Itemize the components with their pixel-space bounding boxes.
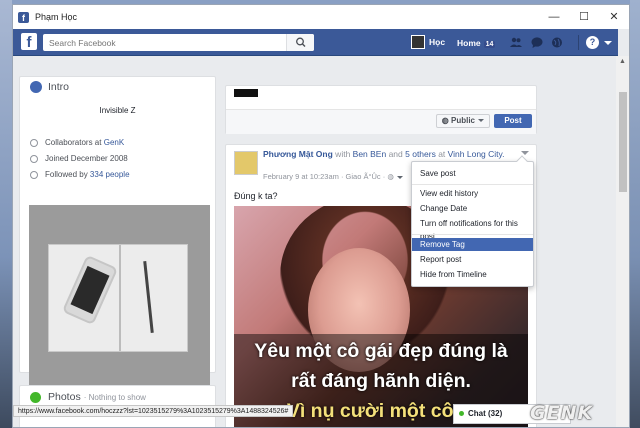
account-menu-chevron-icon[interactable] bbox=[604, 41, 612, 45]
window-titlebar: f Phạm Học — ☐ ✕ bbox=[13, 5, 629, 29]
header-divider bbox=[578, 35, 579, 50]
link-status-bar: https://www.facebook.com/hoczzz?lst=1023… bbox=[13, 405, 294, 417]
genk-watermark-logo: GENK bbox=[530, 402, 594, 424]
globe-icon bbox=[30, 81, 42, 93]
scrollbar-thumb[interactable] bbox=[619, 92, 627, 192]
avatar bbox=[411, 35, 425, 49]
location-link[interactable]: Vinh Long City. bbox=[448, 149, 505, 159]
menu-item-remove-tag[interactable]: Remove Tag bbox=[412, 238, 533, 251]
intro-card: Intro Invisible Z Collaborators at GenK … bbox=[19, 76, 216, 386]
post-header: Phương Mật Ong with Ben BEn and 5 others… bbox=[263, 149, 505, 159]
menu-item-hide-from-timeline[interactable]: Hide from Timeline bbox=[412, 268, 533, 281]
home-label: Home bbox=[457, 38, 481, 48]
briefcase-icon bbox=[30, 138, 38, 147]
maximize-button[interactable]: ☐ bbox=[569, 5, 599, 29]
chat-label: Chat (32) bbox=[468, 409, 503, 418]
joined-row: Joined December 2008 bbox=[30, 154, 128, 163]
desktop-background-right bbox=[630, 0, 640, 428]
audience-globe-icon: ◍ bbox=[387, 172, 394, 181]
post-button[interactable]: Post bbox=[494, 114, 532, 128]
menu-divider bbox=[412, 234, 533, 235]
facebook-app-icon: f bbox=[18, 11, 29, 23]
online-dot-icon bbox=[459, 411, 464, 417]
menu-divider bbox=[412, 184, 533, 185]
menu-item-turn-off-notifications[interactable]: Turn off notifications for this post bbox=[412, 217, 533, 241]
composer-footer: ◍ Public Post bbox=[226, 109, 536, 134]
browser-window: f Phạm Học — ☐ ✕ f Học Home14 bbox=[12, 4, 630, 428]
photos-title[interactable]: Photos · Nothing to show bbox=[48, 391, 146, 403]
search-button[interactable] bbox=[286, 34, 314, 51]
menu-item-save-post[interactable]: Save post bbox=[412, 167, 533, 180]
clock-icon bbox=[30, 154, 38, 163]
help-icon[interactable]: ? bbox=[586, 36, 599, 49]
messages-icon[interactable] bbox=[531, 37, 543, 48]
followers-link[interactable]: 334 people bbox=[90, 170, 130, 179]
window-title: Phạm Học bbox=[35, 12, 78, 22]
desktop-background-left bbox=[0, 0, 12, 428]
collaborators-text: Collaborators at bbox=[45, 138, 102, 147]
intro-bio: Invisible Z bbox=[99, 106, 136, 115]
minimize-button[interactable]: — bbox=[539, 5, 569, 29]
close-button[interactable]: ✕ bbox=[599, 5, 629, 29]
search-input[interactable] bbox=[43, 37, 283, 48]
globe-icon: ◍ bbox=[441, 116, 449, 125]
search-icon bbox=[296, 37, 306, 47]
tagged-friend-link[interactable]: Ben BEn bbox=[353, 149, 387, 159]
post-composer: ◍ Public Post bbox=[225, 85, 537, 134]
notifications-globe-icon[interactable] bbox=[551, 37, 563, 48]
page-scrollbar[interactable]: ▲ bbox=[616, 56, 629, 427]
joined-text: Joined December 2008 bbox=[45, 154, 128, 163]
post-author-link[interactable]: Phương Mật Ong bbox=[263, 149, 333, 159]
caption-line: Yêu một cô gái đẹp đúng là bbox=[254, 340, 508, 362]
post-timestamp[interactable]: February 9 at 10:23am · Giao Ã°Ûc · ◍ bbox=[263, 172, 403, 181]
friend-requests-icon[interactable] bbox=[510, 37, 522, 48]
followers-row: Followed by 334 people bbox=[30, 170, 130, 179]
menu-item-view-edit-history[interactable]: View edit history bbox=[412, 187, 533, 200]
others-link[interactable]: 5 others bbox=[405, 149, 436, 159]
window-controls: — ☐ ✕ bbox=[539, 5, 629, 29]
rss-icon bbox=[30, 170, 38, 179]
home-link[interactable]: Home 14 bbox=[457, 38, 496, 48]
home-count-badge: 14 bbox=[483, 41, 496, 48]
photos-subtitle: · Nothing to show bbox=[83, 393, 146, 402]
intro-title: Intro bbox=[48, 81, 70, 93]
menu-item-report-post[interactable]: Report post bbox=[412, 253, 533, 266]
audience-selector-button[interactable]: ◍ Public bbox=[435, 114, 490, 128]
collaborators-link[interactable]: GenK bbox=[104, 138, 124, 147]
collaborators-row: Collaborators at GenK bbox=[30, 138, 124, 147]
featured-photo[interactable] bbox=[29, 205, 210, 386]
caption-line: rất đáng hãnh diện. bbox=[291, 370, 471, 392]
search-box bbox=[43, 34, 314, 51]
followed-text: Followed by bbox=[45, 170, 88, 179]
scroll-up-icon[interactable]: ▲ bbox=[616, 56, 629, 68]
avatar[interactable] bbox=[234, 151, 258, 175]
photos-icon bbox=[30, 392, 41, 403]
facebook-header: f Học Home14 ? bbox=[13, 29, 618, 56]
menu-item-change-date[interactable]: Change Date bbox=[412, 202, 533, 215]
composer-attachment-thumbnail bbox=[234, 89, 258, 97]
post-options-menu: Save post View edit history Change Date … bbox=[411, 155, 534, 287]
facebook-logo-icon[interactable]: f bbox=[21, 33, 37, 51]
header-profile-link[interactable]: Học bbox=[411, 35, 445, 49]
header-user-name: Học bbox=[429, 37, 446, 47]
post-options-chevron-icon[interactable] bbox=[521, 151, 529, 155]
post-text: Đúng k ta? bbox=[234, 191, 278, 201]
